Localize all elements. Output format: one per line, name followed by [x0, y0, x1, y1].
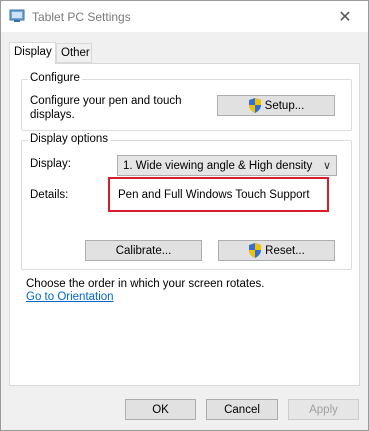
close-icon: ✕: [338, 8, 352, 26]
configure-description-line2: displays.: [30, 109, 75, 121]
window-title: Tablet PC Settings: [32, 10, 131, 24]
reset-button[interactable]: Reset...: [218, 240, 335, 261]
setup-button-label: Setup...: [264, 99, 305, 112]
configure-group-title: Configure: [28, 72, 82, 84]
display-options-group: Display options Display: 1. Wide viewing…: [21, 133, 352, 270]
tab-other-label: Other: [61, 47, 90, 59]
go-to-orientation-link[interactable]: Go to Orientation: [26, 291, 114, 303]
calibrate-button[interactable]: Calibrate...: [85, 240, 202, 261]
tab-panel-display: Configure Configure your pen and touch d…: [9, 63, 360, 386]
uac-shield-icon: [248, 98, 261, 113]
tablet-pc-icon: [9, 9, 25, 23]
title-bar[interactable]: Tablet PC Settings ✕: [1, 1, 368, 32]
display-select[interactable]: 1. Wide viewing angle & High density ∨: [117, 155, 337, 176]
ok-button-label: OK: [152, 403, 169, 416]
close-button[interactable]: ✕: [322, 1, 368, 32]
setup-button[interactable]: Setup...: [217, 95, 335, 116]
tablet-pc-settings-window: Tablet PC Settings ✕ Display Other Confi…: [0, 0, 369, 431]
rotation-description: Choose the order in which your screen ro…: [26, 278, 265, 290]
reset-button-label: Reset...: [265, 244, 305, 257]
configure-group: Configure Configure your pen and touch d…: [21, 72, 352, 131]
tab-other[interactable]: Other: [56, 43, 92, 63]
chevron-down-icon: ∨: [322, 160, 331, 172]
display-options-group-title: Display options: [28, 133, 110, 145]
tab-display[interactable]: Display: [9, 42, 56, 64]
uac-shield-icon: [249, 243, 262, 258]
apply-button-label: Apply: [309, 403, 338, 416]
details-value: Pen and Full Windows Touch Support: [118, 189, 310, 201]
configure-description-line1: Configure your pen and touch: [30, 95, 182, 107]
tab-display-label: Display: [14, 46, 52, 58]
calibrate-button-label: Calibrate...: [115, 244, 172, 257]
ok-button[interactable]: OK: [125, 399, 196, 420]
cancel-button[interactable]: Cancel: [206, 399, 278, 420]
details-label: Details:: [30, 189, 69, 201]
display-label: Display:: [30, 158, 71, 170]
apply-button[interactable]: Apply: [288, 399, 359, 420]
display-select-value: 1. Wide viewing angle & High density: [123, 159, 313, 172]
cancel-button-label: Cancel: [224, 403, 260, 416]
